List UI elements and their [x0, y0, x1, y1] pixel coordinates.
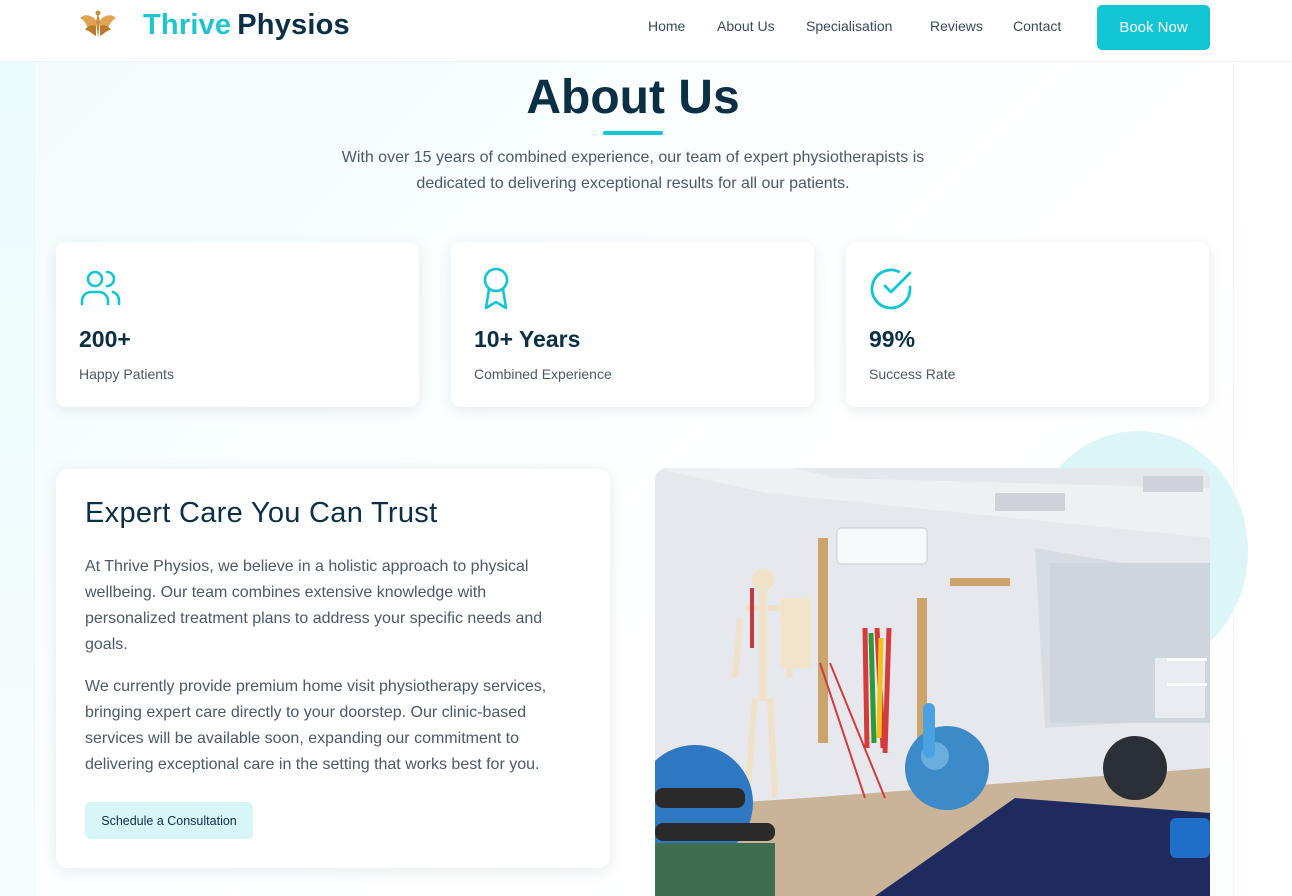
- nav-home[interactable]: Home: [648, 18, 685, 34]
- wings-logo-icon[interactable]: [78, 8, 118, 44]
- stat-label: Success Rate: [869, 366, 956, 382]
- expert-paragraph-2: We currently provide premium home visit …: [85, 678, 547, 773]
- clinic-photo: [655, 468, 1210, 896]
- clinic-room-illustration: [655, 468, 1210, 896]
- nav-contact[interactable]: Contact: [1013, 18, 1061, 34]
- site-header: Thrive Physios Home About Us Specialisati…: [0, 0, 1292, 62]
- stat-value: 200+: [79, 326, 131, 352]
- stat-card-success: 99% Success Rate: [846, 242, 1209, 407]
- brand-name-part2: Physios: [237, 9, 350, 41]
- nav-about-us[interactable]: About Us: [717, 18, 775, 34]
- stat-card-patients: 200+ Happy Patients: [56, 242, 419, 407]
- award-icon: [483, 267, 509, 310]
- check-circle-icon: [870, 268, 912, 310]
- nav-reviews[interactable]: Reviews: [930, 18, 983, 34]
- book-now-button[interactable]: Book Now: [1097, 5, 1210, 50]
- stat-label: Combined Experience: [474, 366, 612, 382]
- brand-name-part1: Thrive: [143, 9, 232, 41]
- intro-text: With over 15 years of combined experienc…: [341, 149, 925, 192]
- title-underline: [603, 131, 663, 135]
- stat-card-experience: 10+ Years Combined Experience: [451, 242, 814, 407]
- expert-care-card: Expert Care You Can Trust At Thrive Phys…: [56, 469, 610, 868]
- schedule-consultation-button[interactable]: Schedule a Consultation: [85, 802, 253, 839]
- page-title: About Us: [526, 71, 740, 124]
- expert-care-heading: Expert Care You Can Trust: [85, 497, 438, 529]
- page-background-left: [0, 62, 34, 896]
- nav-specialisation[interactable]: Specialisation: [806, 18, 892, 34]
- stat-label: Happy Patients: [79, 366, 174, 382]
- users-icon: [80, 270, 121, 306]
- stat-value: 99%: [869, 326, 916, 352]
- expert-paragraph-1: At Thrive Physios, we believe in a holis…: [85, 558, 543, 653]
- stat-value: 10+ Years: [474, 326, 581, 352]
- brand-name[interactable]: Thrive Physios: [143, 9, 350, 42]
